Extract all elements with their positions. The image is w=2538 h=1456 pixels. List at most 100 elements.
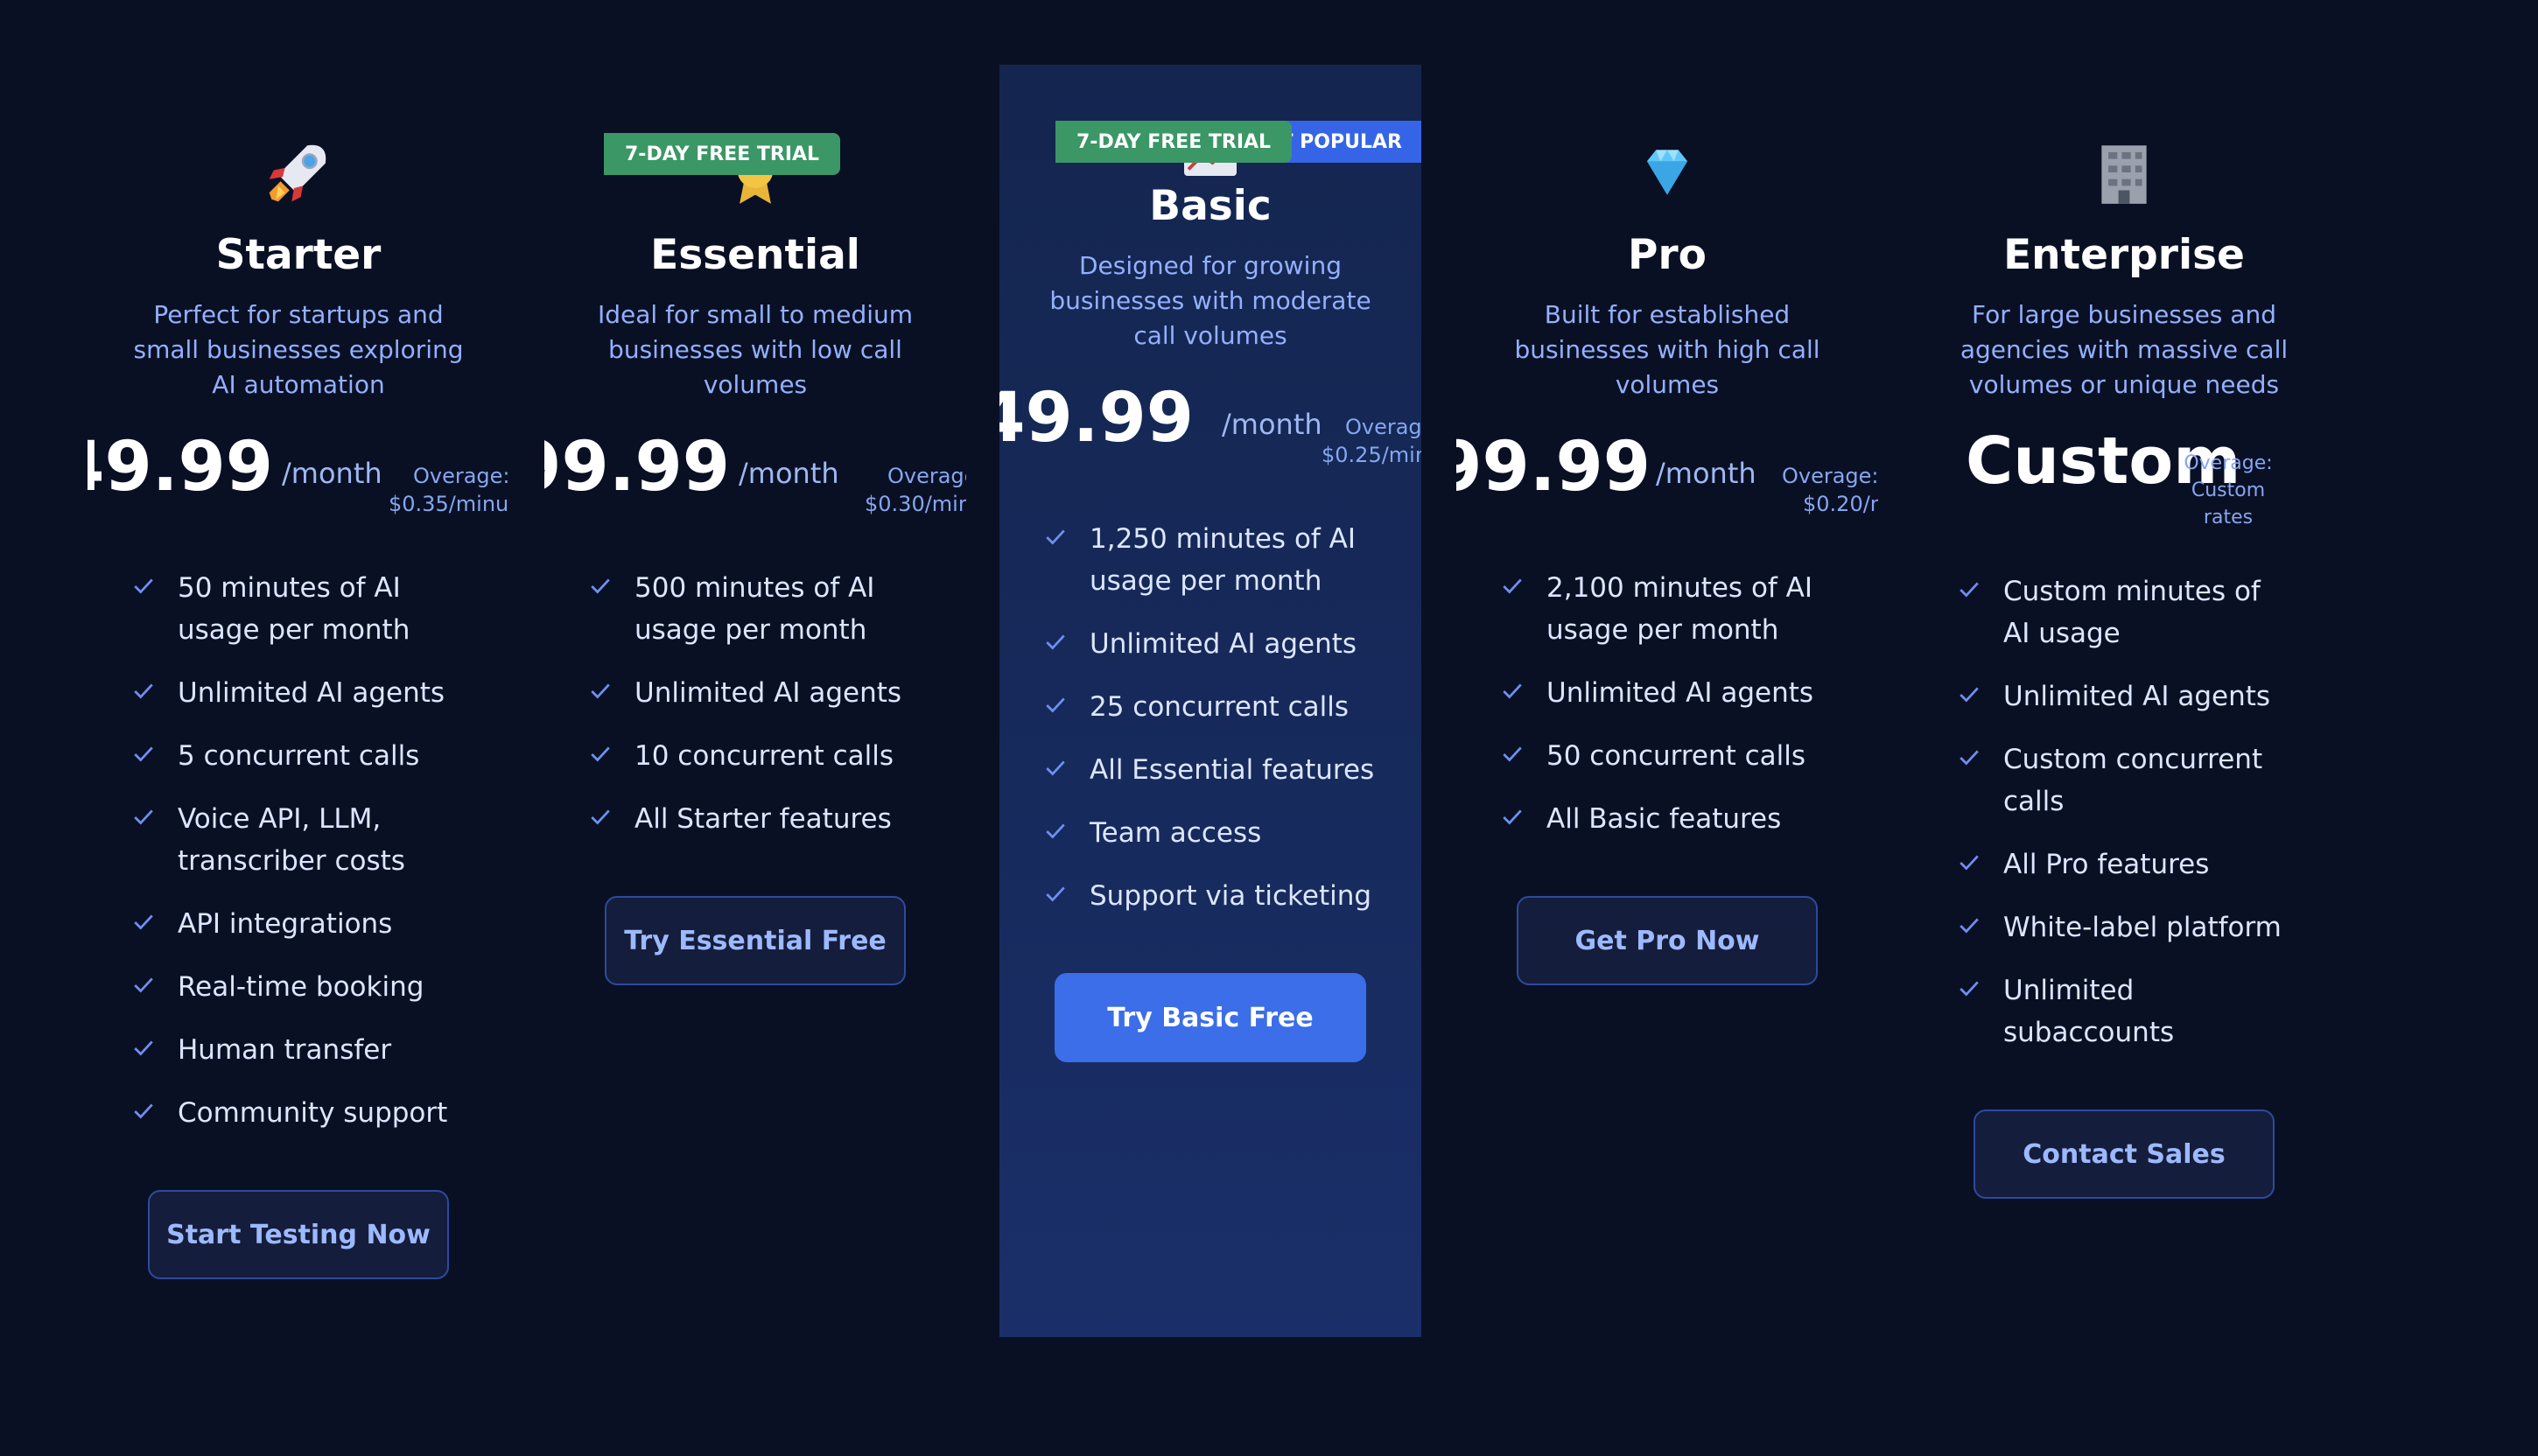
price-row: 749.99 /month Overage: $0.25/minute bbox=[999, 378, 1421, 492]
plan-name: Starter bbox=[215, 231, 382, 279]
feature-text: 25 concurrent calls bbox=[1090, 691, 1350, 723]
check-icon bbox=[589, 743, 612, 766]
check-icon bbox=[1501, 680, 1524, 703]
check-icon bbox=[589, 575, 612, 598]
overage-rate: $0.35/minute bbox=[389, 492, 509, 516]
check-icon bbox=[1501, 575, 1524, 598]
check-icon bbox=[132, 575, 155, 598]
check-icon bbox=[132, 806, 155, 829]
feature-item: Custom concurrent calls bbox=[1958, 738, 2290, 822]
feature-text: Unlimited AI agents bbox=[178, 677, 445, 709]
feature-text: Team access bbox=[1090, 817, 1262, 849]
feature-item: All Pro features bbox=[1958, 844, 2290, 886]
try-basic-button[interactable]: Try Basic Free bbox=[1055, 973, 1366, 1062]
overage-rate: $0.20/minute bbox=[1803, 492, 1878, 516]
feature-item: Unlimited AI agents bbox=[1044, 623, 1377, 665]
feature-list: Custom minutes of AI usage Unlimited AI … bbox=[1958, 570, 2290, 1074]
price-row: Custom Overage: Custom rates bbox=[1913, 422, 2335, 562]
price-period: /month bbox=[1222, 408, 1322, 441]
overage-label: Overage: bbox=[1345, 415, 1421, 439]
overage-rate: Custom rates bbox=[2191, 480, 2266, 528]
feature-item: Real-time booking bbox=[132, 966, 465, 1008]
check-icon bbox=[1044, 694, 1067, 717]
feature-item: All Starter features bbox=[589, 798, 922, 840]
feature-text: Unlimited AI agents bbox=[1546, 677, 1814, 709]
price-row: $49.99 /month Overage: $0.35/minute bbox=[88, 427, 509, 541]
overage-rate: $0.30/minute bbox=[865, 492, 966, 516]
feature-text: Human transfer bbox=[178, 1034, 392, 1066]
plan-description: Designed for growing businesses with mod… bbox=[1049, 251, 1371, 350]
feature-text: 5 concurrent calls bbox=[178, 740, 420, 772]
overage-label: Overage: bbox=[1782, 464, 1878, 488]
plan-price: 749.99 bbox=[999, 379, 1194, 458]
overage-label: Overage: bbox=[2184, 452, 2273, 474]
feature-item: API integrations bbox=[132, 903, 465, 945]
feature-item: 2,100 minutes of AI usage per month bbox=[1501, 567, 1833, 651]
office-building-icon bbox=[2088, 136, 2160, 208]
check-icon bbox=[1044, 757, 1067, 780]
feature-item: 1,250 minutes of AI usage per month bbox=[1044, 518, 1377, 602]
plan-description: For large businesses and agencies with m… bbox=[1960, 300, 2289, 399]
check-icon bbox=[1958, 578, 1981, 601]
try-essential-button[interactable]: Try Essential Free bbox=[605, 896, 906, 985]
feature-list: 50 minutes of AI usage per month Unlimit… bbox=[132, 567, 465, 1155]
check-icon bbox=[1044, 820, 1067, 843]
plan-name: Enterprise bbox=[2003, 231, 2245, 279]
feature-text: All Basic features bbox=[1546, 803, 1782, 835]
price-period: /month bbox=[282, 457, 382, 490]
feature-item: White-label platform bbox=[1958, 906, 2290, 948]
feature-text: Unlimited AI agents bbox=[1090, 628, 1357, 660]
check-icon bbox=[132, 974, 155, 997]
check-icon bbox=[1044, 526, 1067, 549]
price-row: 299.99 /month Overage: $0.30/minute bbox=[544, 427, 966, 541]
check-icon bbox=[589, 680, 612, 703]
plan-description: Built for established businesses with hi… bbox=[1514, 300, 1820, 399]
check-icon bbox=[1044, 883, 1067, 906]
feature-text: Unlimited subaccounts bbox=[2003, 975, 2175, 1048]
feature-text: Voice API, LLM, transcriber costs bbox=[178, 803, 405, 877]
plan-name: Pro bbox=[1628, 231, 1707, 279]
check-icon bbox=[1501, 743, 1524, 766]
check-icon bbox=[1958, 746, 1981, 769]
plan-description: Ideal for small to medium businesses wit… bbox=[597, 300, 914, 399]
check-icon bbox=[1958, 977, 1981, 1000]
start-testing-button[interactable]: Start Testing Now bbox=[148, 1190, 449, 1279]
check-icon bbox=[1958, 914, 1981, 937]
free-trial-badge: 7-DAY FREE TRIAL bbox=[604, 133, 841, 175]
feature-item: 25 concurrent calls bbox=[1044, 686, 1377, 728]
feature-text: 50 concurrent calls bbox=[1546, 740, 1806, 772]
feature-item: Unlimited AI agents bbox=[589, 672, 922, 714]
feature-text: White-label platform bbox=[2003, 912, 2282, 943]
check-icon bbox=[132, 743, 155, 766]
feature-item: Unlimited AI agents bbox=[1958, 676, 2290, 718]
feature-item: Team access bbox=[1044, 812, 1377, 854]
feature-item: Support via ticketing bbox=[1044, 875, 1377, 917]
plan-name: Essential bbox=[650, 231, 860, 279]
price-period: /month bbox=[739, 457, 839, 490]
feature-text: Unlimited AI agents bbox=[634, 677, 902, 709]
feature-item: 10 concurrent calls bbox=[589, 735, 922, 777]
gem-icon bbox=[1631, 136, 1703, 208]
feature-item: Human transfer bbox=[132, 1029, 465, 1071]
feature-item: 5 concurrent calls bbox=[132, 735, 465, 777]
get-pro-button[interactable]: Get Pro Now bbox=[1517, 896, 1818, 985]
feature-list: 2,100 minutes of AI usage per month Unli… bbox=[1501, 567, 1833, 861]
feature-text: 500 minutes of AI usage per month bbox=[634, 572, 875, 646]
feature-item: Custom minutes of AI usage bbox=[1958, 570, 2290, 654]
check-icon bbox=[1501, 806, 1524, 829]
price-row: 1,499.99 /month Overage: $0.20/minute bbox=[1456, 427, 1878, 541]
check-icon bbox=[1958, 683, 1981, 706]
contact-sales-button[interactable]: Contact Sales bbox=[1974, 1110, 2275, 1199]
plan-price: $49.99 bbox=[88, 428, 273, 507]
plan-price: 1,499.99 bbox=[1456, 428, 1651, 507]
check-icon bbox=[132, 1037, 155, 1060]
overage-label: Overage: bbox=[887, 464, 966, 488]
feature-text: 50 minutes of AI usage per month bbox=[178, 572, 410, 646]
feature-item: Voice API, LLM, transcriber costs bbox=[132, 798, 465, 882]
overage-info: Overage: Custom rates bbox=[2180, 450, 2276, 531]
check-icon bbox=[1958, 851, 1981, 874]
feature-text: All Pro features bbox=[2003, 849, 2210, 880]
check-icon bbox=[132, 680, 155, 703]
check-icon bbox=[589, 806, 612, 829]
feature-text: Custom minutes of AI usage bbox=[2003, 576, 2261, 649]
